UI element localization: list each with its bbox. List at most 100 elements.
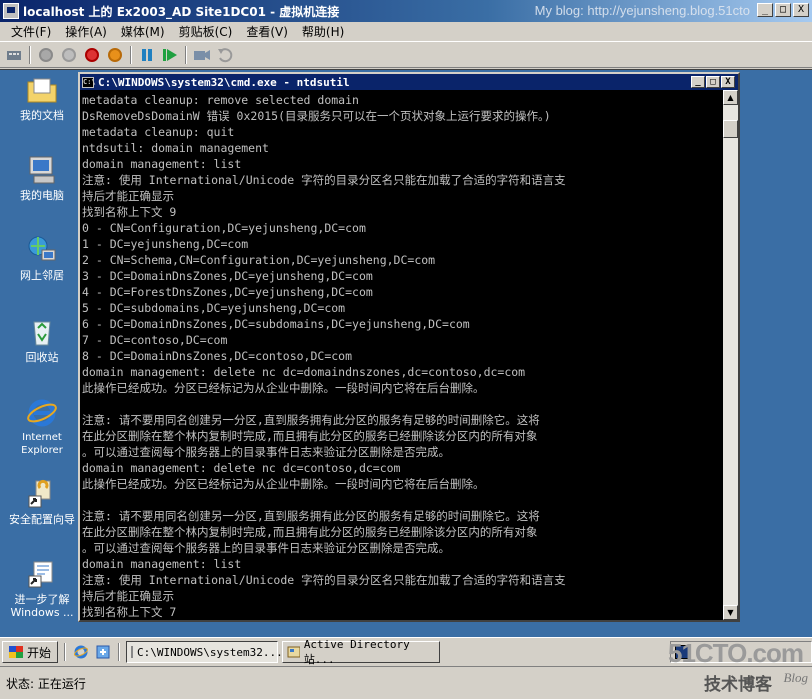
vertical-scrollbar[interactable]: ▲ ▼	[723, 90, 738, 620]
computer-icon	[26, 154, 58, 186]
toolbar	[0, 41, 812, 68]
blog-watermark-2: Blog	[783, 670, 808, 685]
windows-logo-icon	[9, 646, 23, 658]
desktop-icon-label: Internet Explorer	[21, 432, 63, 456]
desktop-icon-label: 网上邻居	[20, 269, 64, 282]
desktop-icon-label: 我的电脑	[20, 189, 64, 202]
status-text: 状态: 正在运行	[6, 676, 86, 691]
console-line: 。可以通过查阅每个服务器上的目录事件日志来验证分区删除是否完成。	[82, 445, 450, 459]
console-line: 注意: 使用 International/Unicode 字符的目录分区名只能在…	[82, 173, 566, 187]
shutdown-icon[interactable]	[82, 45, 102, 65]
console-line: 5 - DC=subdomains,DC=yejunsheng,DC=com	[82, 301, 346, 315]
menu-action[interactable]: 操作(A)	[58, 23, 114, 40]
menu-file[interactable]: 文件(F)	[4, 23, 58, 40]
console-line: ntdsutil: domain management	[82, 141, 269, 155]
console-line: 3 - DC=DomainDnsZones,DC=yejunsheng,DC=c…	[82, 269, 373, 283]
console-line: 此操作已经成功。分区已经标记为从企业中删除。一段时间内它将在后台删除。	[82, 381, 485, 395]
cmd-title: C:\WINDOWS\system32\cmd.exe - ntdsutil	[98, 75, 350, 89]
cmd-icon	[131, 646, 134, 658]
cmd-close-button[interactable]: X	[721, 76, 735, 88]
console-line: 8 - DC=DomainDnsZones,DC=contoso,DC=com	[82, 349, 353, 363]
console-line: 在此分区删除在整个林内复制时完成,而且拥有此分区的服务已经删除该分区内的所有对象	[82, 525, 538, 539]
console-line: 持后才能正确显示	[82, 589, 174, 603]
console-line: domain management: list	[82, 157, 242, 171]
console-line: DsRemoveDsDomainW 错误 0x2015(目录服务只可以在一个页状…	[82, 109, 551, 123]
snapshot-icon[interactable]	[192, 45, 212, 65]
scroll-up-icon[interactable]: ▲	[723, 90, 738, 105]
maximize-button[interactable]: □	[775, 3, 791, 17]
vm-screen[interactable]: 我的文档 我的电脑 网上邻居 回收站 Internet Explorer 安全配…	[0, 69, 812, 665]
console-line: 持后才能正确显示	[82, 189, 174, 203]
console-line: 找到名称上下文 7	[82, 605, 177, 619]
quicklaunch-explorer-icon[interactable]	[94, 643, 112, 661]
recycle-bin-icon	[26, 316, 58, 348]
quicklaunch-ie-icon[interactable]	[72, 643, 90, 661]
desktop-icon-my-documents[interactable]: 我的文档	[6, 74, 78, 122]
taskbar-button-active-directory[interactable]: Active Directory 站...	[282, 638, 441, 665]
menu-clipboard[interactable]: 剪贴板(C)	[172, 23, 240, 40]
close-button[interactable]: X	[793, 3, 809, 17]
turn-off-icon[interactable]	[59, 45, 79, 65]
console-line: 7 - DC=contoso,DC=com	[82, 333, 228, 347]
console-line: domain management: delete nc dc=contoso,…	[82, 461, 401, 475]
menubar: 文件(F) 操作(A) 媒体(M) 剪贴板(C) 查看(V) 帮助(H)	[0, 22, 812, 40]
console-line: 2 - CN=Schema,CN=Configuration,DC=yejuns…	[82, 253, 436, 267]
windows-help-icon	[26, 558, 58, 590]
console-line: 注意: 使用 International/Unicode 字符的目录分区名只能在…	[82, 573, 566, 587]
desktop-icon-label: 回收站	[25, 351, 59, 364]
start-button[interactable]: 开始	[2, 641, 59, 663]
console-line: 。可以通过查阅每个服务器上的目录事件日志来验证分区删除是否完成。	[82, 541, 450, 555]
desktop-icon-label: 进一步了解 Windows ...	[10, 593, 74, 619]
desktop-icon-my-computer[interactable]: 我的电脑	[6, 154, 78, 202]
console-line: metadata cleanup: remove selected domain	[82, 93, 359, 107]
pause-icon[interactable]	[137, 45, 157, 65]
ctrl-alt-del-icon[interactable]	[4, 45, 24, 65]
revert-icon[interactable]	[215, 45, 235, 65]
internet-explorer-icon	[26, 396, 58, 428]
vm-connection-icon	[3, 3, 19, 19]
cmd-window[interactable]: C:\ C:\WINDOWS\system32\cmd.exe - ntdsut…	[78, 72, 740, 622]
console-line: 6 - DC=DomainDnsZones,DC=subdomains,DC=y…	[82, 317, 470, 331]
desktop-icon-label: 我的文档	[20, 109, 64, 122]
scroll-down-icon[interactable]: ▼	[723, 605, 738, 620]
security-wizard-icon	[26, 478, 58, 510]
desktop-icon-recycle-bin[interactable]: 回收站	[6, 316, 78, 364]
reset-icon[interactable]	[160, 45, 180, 65]
desktop-icon-network-places[interactable]: 网上邻居	[6, 234, 78, 282]
taskbar-button-cmd[interactable]: C:\WINDOWS\system32...	[126, 641, 283, 663]
desktop-icon-security-wizard[interactable]: 安全配置向导	[4, 478, 80, 526]
console-line: 注意: 请不要用同名创建另一分区,直到服务拥有此分区的服务有足够的时间删除它。这…	[82, 413, 540, 427]
blog-watermark: My blog: http://yejunsheng.blog.51cto	[534, 3, 750, 18]
desktop-icon-label: 安全配置向导	[9, 513, 75, 526]
console-line: 在此分区删除在整个林内复制时完成,而且拥有此分区的服务已经删除该分区内的所有对象	[82, 429, 538, 443]
menu-view[interactable]: 查看(V)	[239, 23, 295, 40]
system-tray: 51CTO.com	[667, 638, 812, 665]
site-watermark: 51CTO.com	[667, 638, 804, 665]
console-line: 1 - DC=yejunsheng,DC=com	[82, 237, 249, 251]
console-line: domain management: list	[82, 557, 242, 571]
taskbar: 开始 C:\WINDOWS\system32... Active Directo…	[0, 637, 812, 665]
cmd-maximize-button[interactable]: □	[706, 76, 720, 88]
console-output[interactable]: metadata cleanup: remove selected domain…	[80, 90, 723, 620]
cmd-icon: C:\	[82, 76, 96, 88]
cmd-minimize-button[interactable]: _	[691, 76, 705, 88]
desktop-icon-get-started[interactable]: 进一步了解 Windows ...	[4, 558, 80, 619]
menu-help[interactable]: 帮助(H)	[295, 23, 351, 40]
folder-icon	[26, 74, 58, 106]
window-titlebar[interactable]: localhost 上的 Ex2003_AD Site1DC01 - 虚拟机连接…	[0, 0, 812, 22]
menu-media[interactable]: 媒体(M)	[114, 23, 172, 40]
console-line: 0 - CN=Configuration,DC=yejunsheng,DC=co…	[82, 221, 366, 235]
console-line: 4 - DC=ForestDnsZones,DC=yejunsheng,DC=c…	[82, 285, 373, 299]
active-directory-icon	[287, 646, 300, 658]
save-icon[interactable]	[105, 45, 125, 65]
minimize-button[interactable]: _	[757, 3, 773, 17]
console-line: metadata cleanup: quit	[82, 125, 235, 139]
start-icon[interactable]	[36, 45, 56, 65]
desktop-icon-internet-explorer[interactable]: Internet Explorer	[6, 396, 78, 457]
console-line: 此操作已经成功。分区已经标记为从企业中删除。一段时间内它将在后台删除。	[82, 477, 485, 491]
scroll-thumb[interactable]	[723, 120, 738, 138]
status-bar: 状态: 正在运行 技术博客 Blog	[0, 666, 812, 699]
cmd-titlebar[interactable]: C:\ C:\WINDOWS\system32\cmd.exe - ntdsut…	[80, 74, 738, 90]
